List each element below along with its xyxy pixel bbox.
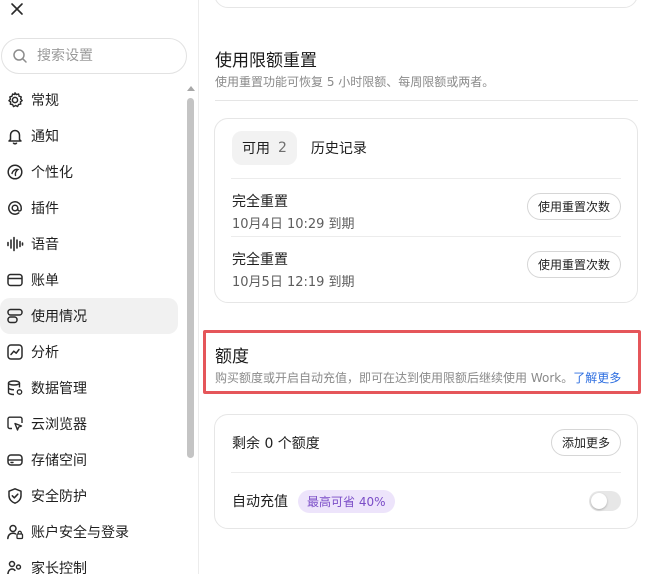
waveform-icon [6,235,24,253]
sidebar-item-voice[interactable]: 语音 [0,226,178,262]
bell-icon [6,127,24,145]
credits-section-title: 额度 [215,347,249,367]
credits-description-text: 购买额度或开启自动充值，即可在达到使用限额后继续使用 Work。 [215,371,574,385]
sidebar-item-notifications[interactable]: 通知 [0,118,178,154]
sidebar-item-label: 个性化 [31,165,73,181]
sidebar-item-plugins[interactable]: 插件 [0,190,178,226]
tab-label: 可用 [242,141,270,157]
sidebar-item-label: 家长控制 [31,561,87,574]
cloud-browser-icon [6,415,24,433]
available-count: 2 [278,140,287,156]
reset-row-title: 完全重置 [232,194,288,210]
auto-topup-row: 自动充值 最高可省 40% [232,488,621,514]
tab-history[interactable]: 历史记录 [301,131,377,165]
previous-card-edge [214,0,638,8]
chart-icon [6,343,24,361]
sidebar-item-analytics[interactable]: 分析 [0,334,178,370]
reset-row: 完全重置 10月5日 12:19 到期 使用重置次数 [232,249,621,305]
database-icon [6,379,24,397]
credits-remaining-row: 剩余 0 个额度 添加更多 [232,429,621,457]
usage-icon [6,307,24,325]
sidebar-item-label: 通知 [31,129,59,145]
reset-section-description: 使用重置功能可恢复 5 小时限额、每周限额或两者。 [215,75,495,89]
add-more-button[interactable]: 添加更多 [550,429,621,456]
card-icon [6,271,24,289]
sidebar-item-data-management[interactable]: 数据管理 [0,370,178,406]
sidebar-item-label: 插件 [31,201,59,217]
savings-badge: 最高可省 40% [298,489,395,513]
close-button[interactable] [6,0,28,18]
settings-nav: 常规 通知 个性化 插件 语音 账单 使用情况 分析 数据管理 云浏览器 存储空… [0,82,178,574]
settings-sidebar: 常规 通知 个性化 插件 语音 账单 使用情况 分析 [0,0,199,574]
auto-topup-toggle[interactable] [589,491,621,511]
sidebar-item-label: 账单 [31,273,59,289]
sidebar-item-usage[interactable]: 使用情况 [0,298,178,334]
sidebar-item-label: 账户安全与登录 [31,525,129,541]
learn-more-link[interactable]: 了解更多 [573,371,621,385]
shield-icon [6,487,24,505]
close-icon [11,3,23,15]
auto-topup-label: 自动充值 [232,494,288,510]
credits-section-description: 购买额度或开启自动充值，即可在达到使用限额后继续使用 Work。了解更多 [215,369,621,386]
sidebar-item-billing[interactable]: 账单 [0,262,178,298]
sidebar-item-label: 分析 [31,345,59,361]
gear-icon [6,91,24,109]
credits-card: 剩余 0 个额度 添加更多 自动充值 最高可省 40% [214,414,638,529]
sidebar-item-parental-controls[interactable]: 家长控制 [0,550,178,574]
card-divider [231,236,621,237]
sidebar-item-label: 云浏览器 [31,417,87,433]
sidebar-item-label: 数据管理 [31,381,87,397]
search-input[interactable] [37,48,167,64]
sidebar-item-general[interactable]: 常规 [0,82,178,118]
reset-card: 可用 2 历史记录 完全重置 10月4日 10:29 到期 使用重置次数 完全重… [214,118,638,303]
scroll-thumb[interactable] [187,98,194,458]
tab-available[interactable]: 可用 2 [232,131,297,165]
sidebar-item-label: 存储空间 [31,453,87,469]
credits-remaining: 剩余 0 个额度 [232,436,320,452]
settings-content: 使用限额重置 使用重置功能可恢复 5 小时限额、每周限额或两者。 可用 2 历史… [200,0,654,574]
family-icon [6,559,24,574]
sidebar-item-cloud-browser[interactable]: 云浏览器 [0,406,178,442]
card-divider [231,472,621,473]
scroll-up-arrow-icon[interactable] [187,86,195,91]
palette-icon [6,163,24,181]
sidebar-item-label: 语音 [31,237,59,253]
sidebar-item-personalization[interactable]: 个性化 [0,154,178,190]
sidebar-item-storage[interactable]: 存储空间 [0,442,178,478]
section-divider [215,100,638,101]
reset-tabs: 可用 2 历史记录 [232,131,377,165]
reset-row-expiry: 10月5日 12:19 到期 [232,275,355,290]
toggle-knob [591,493,607,509]
reset-section-title: 使用限额重置 [215,51,317,71]
reset-row-title: 完全重置 [232,252,288,268]
sidebar-item-label: 常规 [31,93,59,109]
storage-icon [6,451,24,469]
use-reset-button[interactable]: 使用重置次数 [526,193,621,220]
sidebar-item-label: 使用情况 [31,309,87,325]
use-reset-button[interactable]: 使用重置次数 [526,251,621,278]
search-box[interactable] [1,38,187,74]
search-icon [13,49,27,63]
sidebar-item-account-security[interactable]: 账户安全与登录 [0,514,178,550]
card-divider [231,178,621,179]
sidebar-scrollbar[interactable] [186,86,195,574]
reset-row-expiry: 10月4日 10:29 到期 [232,217,355,232]
at-sign-icon [6,199,24,217]
user-lock-icon [6,523,24,541]
tab-label: 历史记录 [310,141,367,157]
sidebar-item-security[interactable]: 安全防护 [0,478,178,514]
reset-row: 完全重置 10月4日 10:29 到期 使用重置次数 [232,191,621,247]
sidebar-item-label: 安全防护 [31,489,87,505]
